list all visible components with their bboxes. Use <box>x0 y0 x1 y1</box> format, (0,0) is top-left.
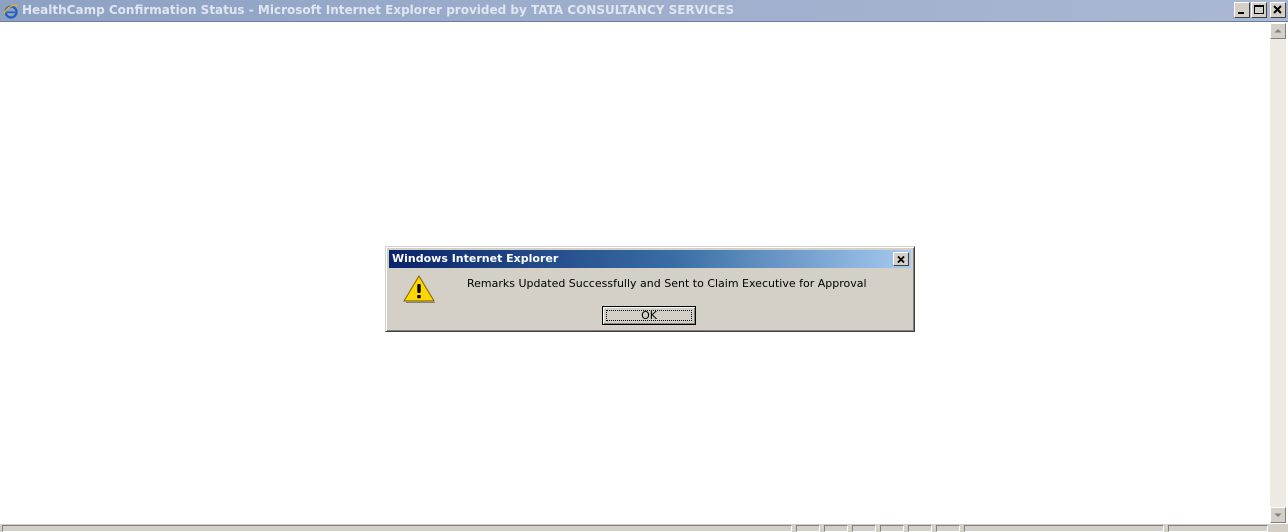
dialog-titlebar[interactable]: Windows Internet Explorer <box>389 250 911 268</box>
close-icon[interactable] <box>893 252 909 266</box>
window-controls <box>1233 2 1286 18</box>
alert-dialog: Windows Internet Explorer Remarks Update… <box>385 246 915 332</box>
vertical-scrollbar[interactable] <box>1270 23 1286 523</box>
warning-icon <box>403 275 435 303</box>
scroll-down-icon[interactable] <box>1270 507 1286 523</box>
dialog-title: Windows Internet Explorer <box>392 252 559 265</box>
ie-icon <box>3 4 19 19</box>
window-titlebar[interactable]: HealthCamp Confirmation Status - Microso… <box>0 0 1288 22</box>
maximize-icon[interactable] <box>1251 2 1267 18</box>
dialog-message: Remarks Updated Successfully and Sent to… <box>467 277 867 290</box>
ok-button-label: OK <box>641 309 657 322</box>
close-icon[interactable] <box>1270 2 1286 18</box>
scroll-up-icon[interactable] <box>1270 23 1286 39</box>
minimize-icon[interactable] <box>1234 2 1250 18</box>
ok-button[interactable]: OK <box>602 306 696 325</box>
window-title: HealthCamp Confirmation Status - Microso… <box>22 3 735 17</box>
